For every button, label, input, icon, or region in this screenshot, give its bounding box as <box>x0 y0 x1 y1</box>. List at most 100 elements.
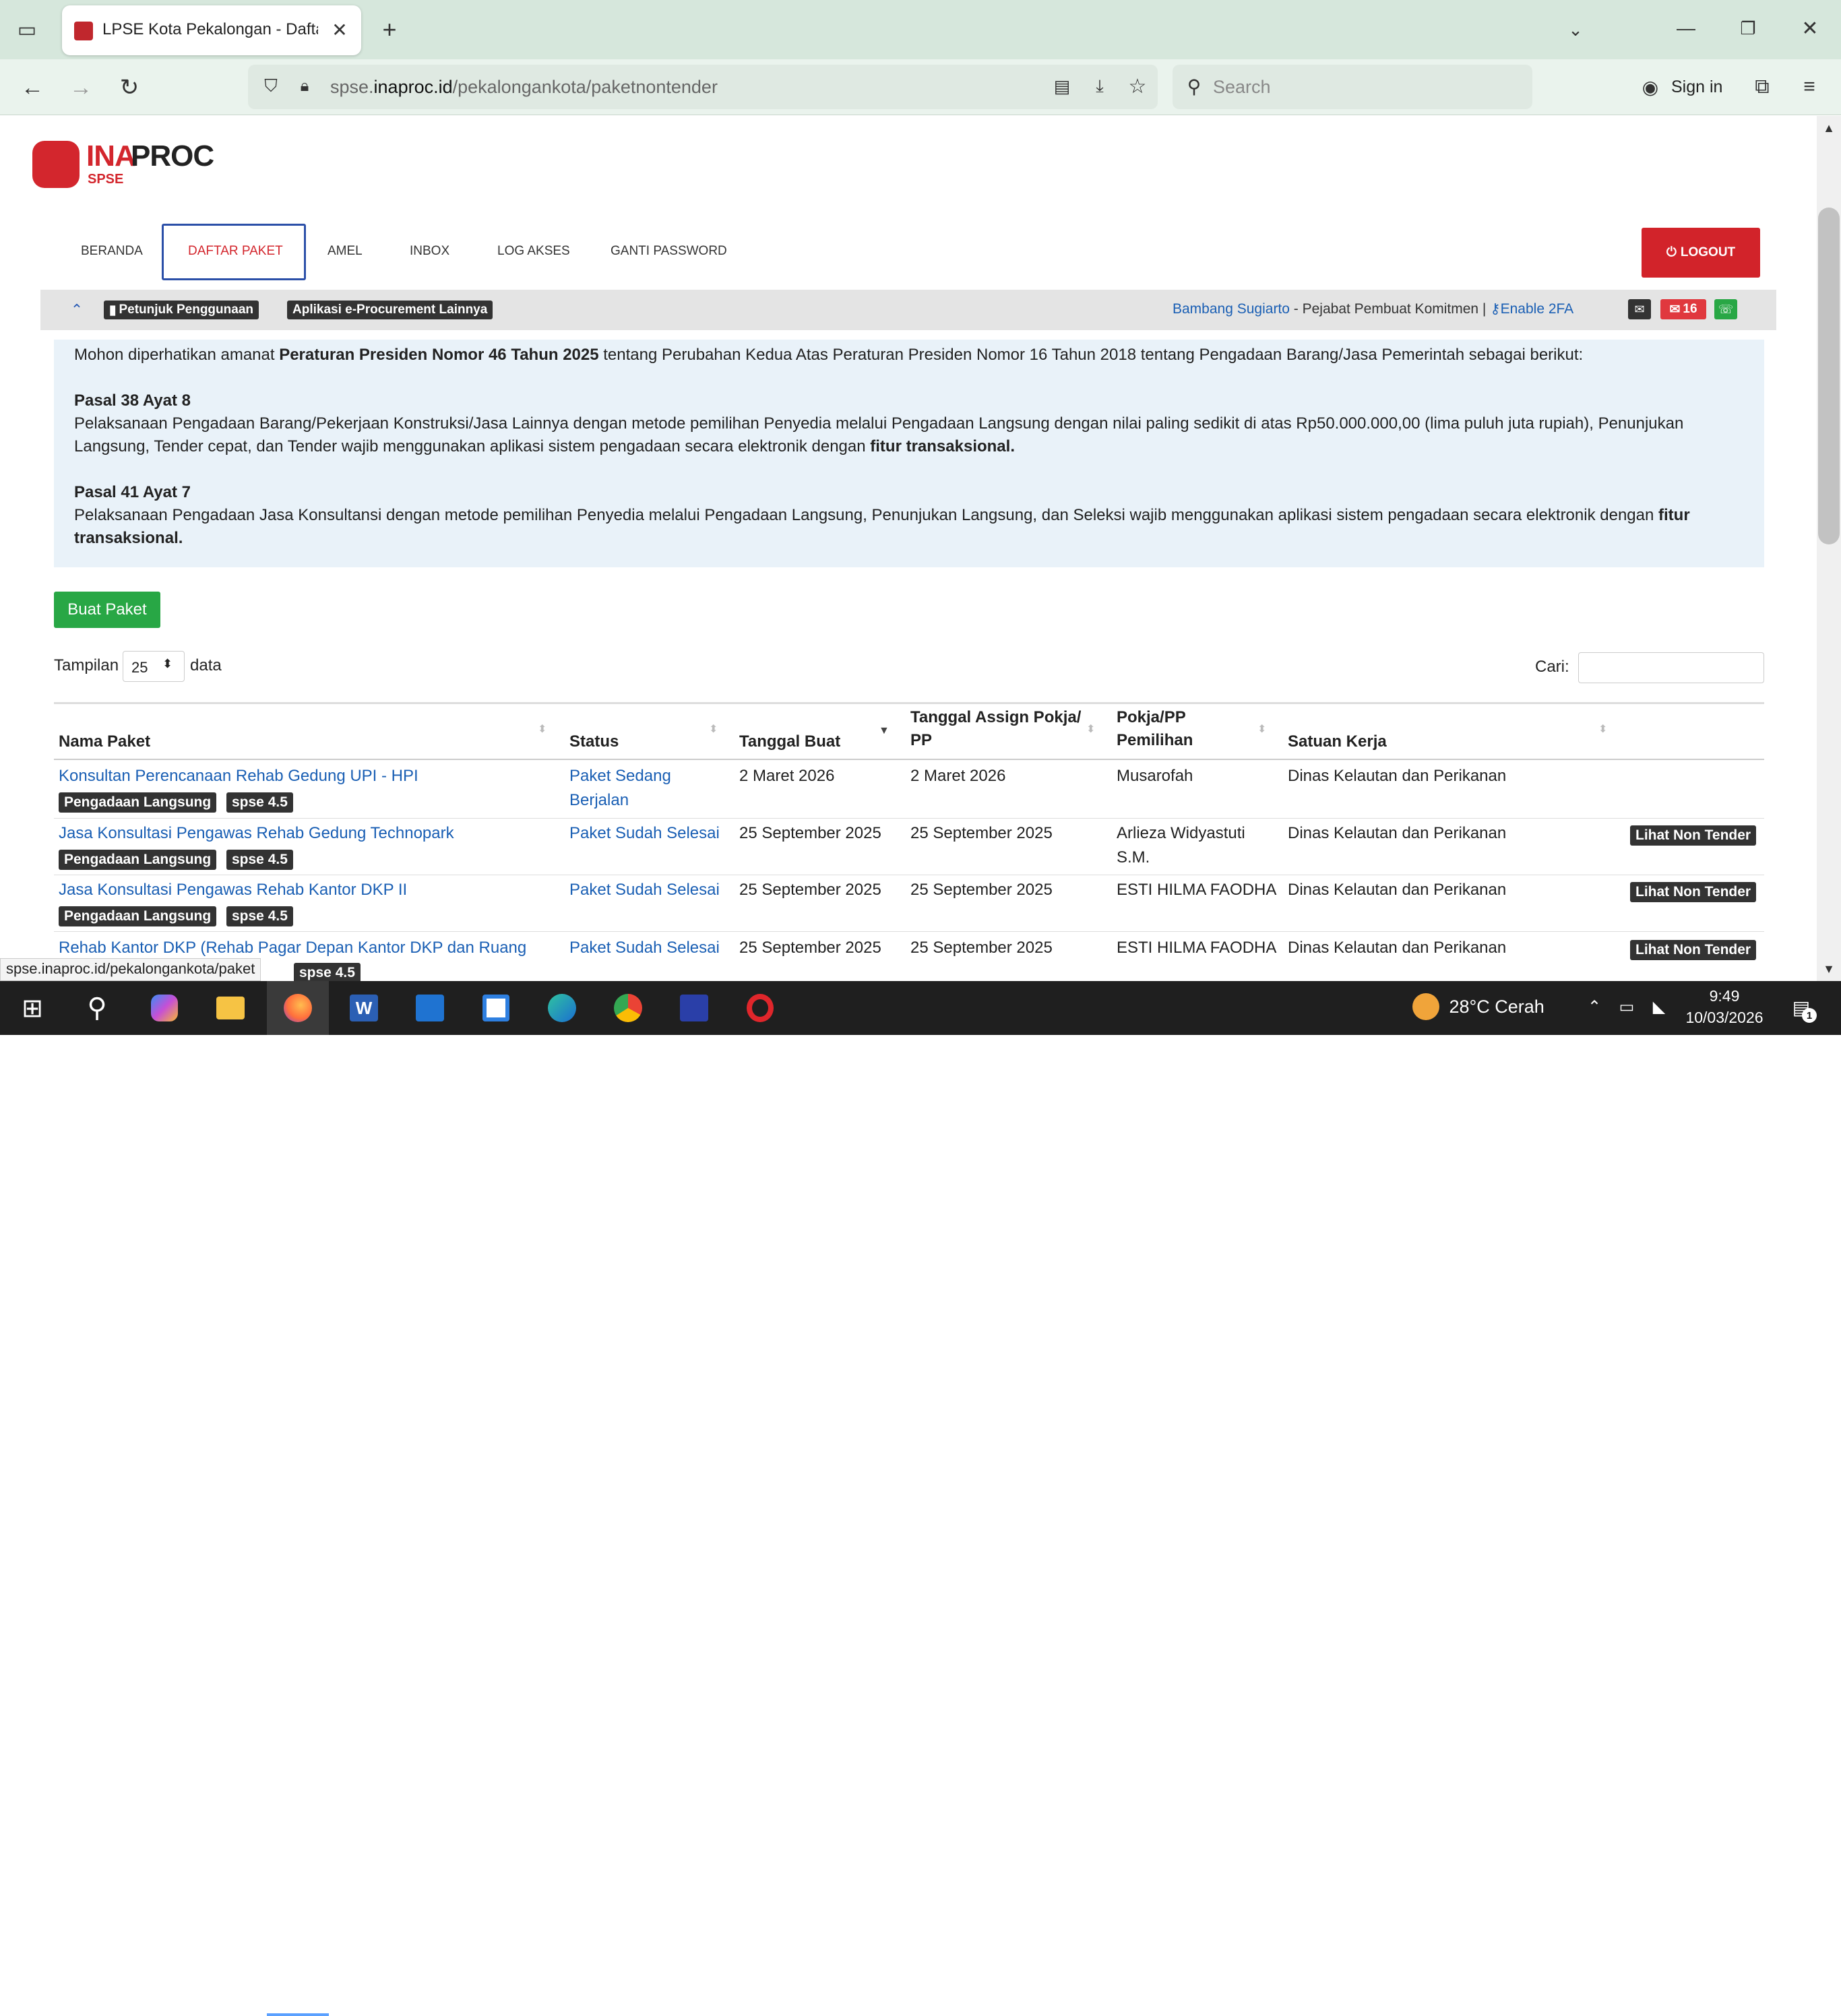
back-icon[interactable]: ← <box>16 71 49 104</box>
menu-daftar-paket[interactable]: DAFTAR PAKET <box>188 244 283 259</box>
chrome-icon[interactable] <box>608 988 648 1028</box>
lihat-non-tender-button[interactable]: Lihat Non Tender <box>1630 940 1757 960</box>
file-explorer-icon[interactable] <box>210 988 251 1028</box>
tanggal-assign: 2 Maret 2026 <box>910 767 1006 785</box>
lihat-non-tender-button[interactable]: Lihat Non Tender <box>1630 882 1757 902</box>
tray-chevron-icon[interactable]: ⌃ <box>1581 993 1608 1020</box>
menu-beranda[interactable]: BERANDA <box>81 244 143 259</box>
tab-list-icon[interactable]: ▭ <box>12 15 42 44</box>
lihat-non-tender-button[interactable]: Lihat Non Tender <box>1630 825 1757 846</box>
weather-widget[interactable]: 28°C Cerah <box>1412 993 1544 1023</box>
edge-glyph <box>548 994 576 1022</box>
extensions-icon[interactable]: ⧉ <box>1745 70 1779 104</box>
taskbar-search-icon[interactable]: ⚲ <box>77 988 117 1028</box>
collapse-chevron-icon[interactable]: ⌃ <box>66 299 88 321</box>
inbox-count-badge[interactable]: ✉ 16 <box>1660 299 1706 319</box>
status-link[interactable]: Paket Sedang Berjalan <box>569 764 671 813</box>
satuan-kerja: Dinas Kelautan dan Perikanan <box>1288 939 1507 957</box>
sort-nama-icon[interactable]: ⬍ <box>538 722 547 736</box>
paket-name-link[interactable]: Jasa Konsultasi Pengawas Rehab Gedung Te… <box>59 821 454 846</box>
status-link[interactable]: Paket Sudah Selesai <box>569 936 720 960</box>
store-icon[interactable] <box>476 988 516 1028</box>
app-glyph <box>680 995 708 1021</box>
scrollbar-thumb[interactable] <box>1818 208 1840 544</box>
scroll-down-icon[interactable]: ▼ <box>1817 957 1841 981</box>
search-table-input[interactable] <box>1578 652 1764 683</box>
copilot-icon[interactable] <box>144 988 185 1028</box>
browser-tab-bar: ▭ LPSE Kota Pekalongan - Daftar Paket ✕ … <box>0 0 1841 59</box>
status-link[interactable]: Paket Sudah Selesai <box>569 821 720 846</box>
browser-search-bar[interactable]: ⚲ Search <box>1173 65 1532 109</box>
satuan-kerja: Dinas Kelautan dan Perikanan <box>1288 824 1507 842</box>
close-window-icon[interactable]: ✕ <box>1795 13 1825 43</box>
shield-icon[interactable]: ⛉ <box>257 73 284 100</box>
col-tanggal-buat[interactable]: Tanggal Buat <box>739 730 840 753</box>
forward-icon[interactable]: → <box>65 71 97 104</box>
logo-sub: SPSE <box>88 172 124 187</box>
word-icon[interactable]: W <box>344 988 384 1028</box>
metode-badge: Pengadaan Langsung <box>59 792 217 813</box>
lock-icon[interactable]: 🔒︎ <box>291 73 318 100</box>
menu-ganti-password[interactable]: GANTI PASSWORD <box>611 244 727 259</box>
opera-glyph <box>747 994 774 1022</box>
status-link[interactable]: Paket Sudah Selesai <box>569 878 720 902</box>
bookmark-star-icon[interactable]: ☆ <box>1124 73 1151 100</box>
wifi-icon[interactable]: ◣ <box>1646 993 1673 1020</box>
mail-icon[interactable]: ✉ <box>1628 299 1651 319</box>
paket-name-link[interactable]: Jasa Konsultasi Pengawas Rehab Kantor DK… <box>59 878 407 902</box>
url-text[interactable]: spse.inaproc.id/pekalongankota/paketnont… <box>330 77 718 98</box>
satuan-kerja: Dinas Kelautan dan Perikanan <box>1288 767 1507 785</box>
tab-overflow-chevron-icon[interactable]: ⌄ <box>1561 15 1590 44</box>
minimize-icon[interactable]: — <box>1671 13 1701 43</box>
col-pokja-pemilihan[interactable]: Pokja/PP Pemilihan <box>1117 706 1193 752</box>
buat-paket-button[interactable]: Buat Paket <box>54 592 160 628</box>
user-name-link[interactable]: Bambang Sugiarto <box>1173 301 1290 317</box>
windows-start-icon[interactable]: ⊞ <box>12 988 53 1028</box>
whatsapp-icon[interactable]: ☏ <box>1714 299 1737 319</box>
logout-button[interactable]: ⏻ LOGOUT <box>1642 228 1760 278</box>
paket-name-link[interactable]: Rehab Kantor DKP (Rehab Pagar Depan Kant… <box>59 936 526 960</box>
sort-satker-icon[interactable]: ⬍ <box>1598 722 1607 736</box>
col-satuan-kerja[interactable]: Satuan Kerja <box>1288 730 1387 753</box>
menu-amel[interactable]: AMEL <box>327 244 363 259</box>
enable-2fa-link[interactable]: Enable 2FA <box>1501 301 1574 317</box>
reload-icon[interactable]: ↻ <box>113 71 146 104</box>
sign-in-button[interactable]: ◉ Sign in <box>1631 67 1733 106</box>
store-glyph <box>482 995 509 1021</box>
url-bar[interactable]: ⛉ 🔒︎ spse.inaproc.id/pekalongankota/pake… <box>248 65 1158 109</box>
page-content: INA PROC SPSE BERANDA DAFTAR PAKET AMEL … <box>0 116 1817 981</box>
logo-proc: PROC <box>131 139 214 172</box>
paket-name-link[interactable]: Konsultan Perencanaan Rehab Gedung UPI -… <box>59 764 418 788</box>
scroll-up-icon[interactable]: ▲ <box>1817 116 1841 140</box>
col-tanggal-assign[interactable]: Tanggal Assign Pokja/PP <box>910 706 1081 752</box>
aplikasi-lainnya-button[interactable]: Aplikasi e-Procurement Lainnya <box>287 301 493 319</box>
app-menu-icon[interactable]: ≡ <box>1792 70 1826 104</box>
sort-status-icon[interactable]: ⬍ <box>709 722 718 736</box>
pokja: Musarofah <box>1117 767 1193 785</box>
reader-view-icon[interactable]: ▤ <box>1049 73 1075 100</box>
firefox-icon[interactable] <box>267 981 329 1035</box>
tanggal-assign: 25 September 2025 <box>910 824 1053 842</box>
petunjuk-penggunaan-button[interactable]: ▮ Petunjuk Penggunaan <box>104 301 259 319</box>
col-nama-paket[interactable]: Nama Paket <box>59 730 150 753</box>
col-status[interactable]: Status <box>569 730 619 753</box>
menu-inbox[interactable]: INBOX <box>410 244 449 259</box>
battery-icon[interactable]: ▭ <box>1613 993 1640 1020</box>
browser-tab[interactable]: LPSE Kota Pekalongan - Daftar Paket ✕ <box>62 5 361 55</box>
app-icon[interactable] <box>674 988 714 1028</box>
outlook-icon[interactable] <box>410 988 450 1028</box>
menu-log-akses[interactable]: LOG AKSES <box>497 244 570 259</box>
clock[interactable]: 9:49 10/03/2026 <box>1681 985 1768 1031</box>
close-tab-icon[interactable]: ✕ <box>326 16 353 43</box>
new-tab-icon[interactable]: + <box>375 15 404 44</box>
restore-icon[interactable]: ❐ <box>1733 13 1763 43</box>
page-size-select[interactable]: 25 ⬍ <box>123 651 185 682</box>
download-page-icon[interactable]: ⤓ <box>1086 73 1113 100</box>
opera-icon[interactable] <box>740 988 780 1028</box>
edge-icon[interactable] <box>542 988 582 1028</box>
sort-pokja-icon[interactable]: ⬍ <box>1257 722 1266 736</box>
inaproc-logo: INA PROC SPSE <box>32 138 214 192</box>
info-bar: ⌃ ▮ Petunjuk Penggunaan Aplikasi e-Procur… <box>40 290 1776 330</box>
sort-tanggal-buat-icon[interactable]: ▼ <box>879 725 890 737</box>
sort-tanggal-assign-icon[interactable]: ⬍ <box>1086 722 1095 736</box>
